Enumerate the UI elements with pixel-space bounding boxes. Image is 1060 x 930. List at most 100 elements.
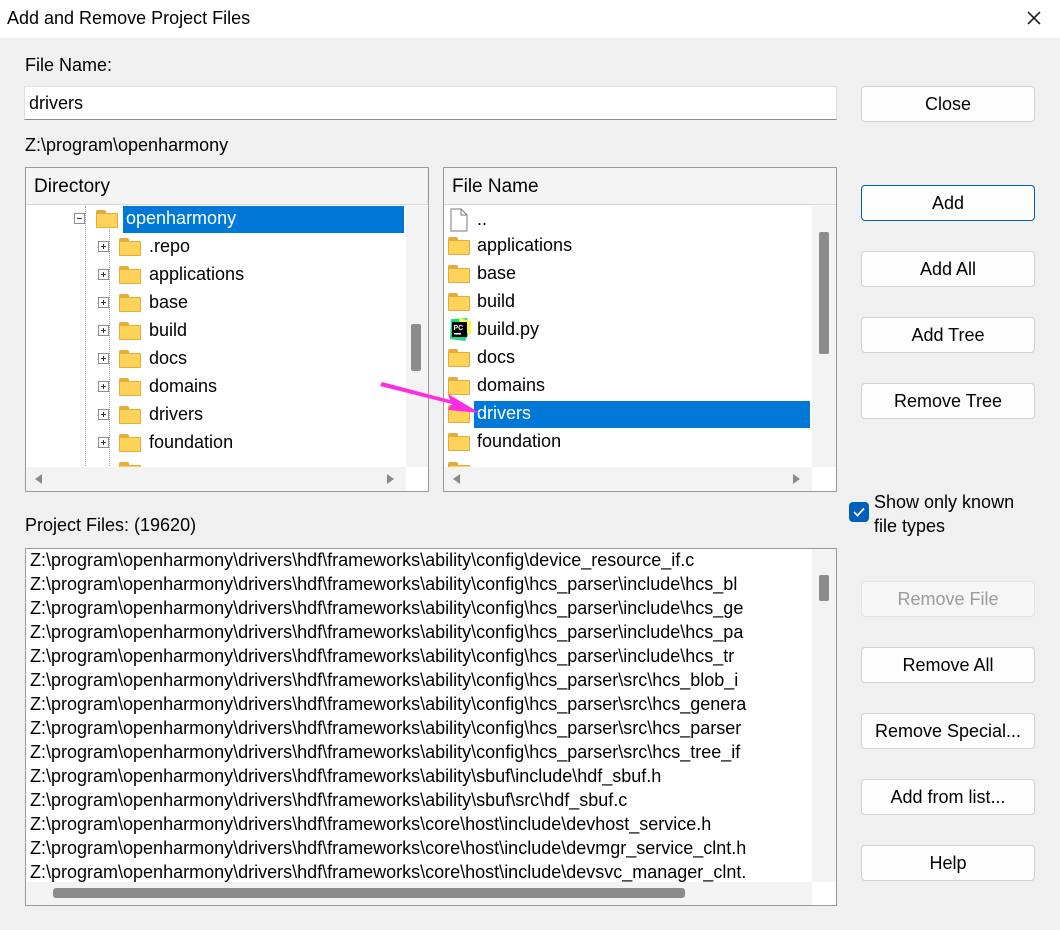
list-item[interactable]: Z:\program\openharmony\drivers\hdf\frame… [30,742,740,766]
add-button[interactable]: Add [861,185,1035,221]
tree-item-domains[interactable]: domains [26,373,406,401]
annotation-arrow-icon [380,382,480,413]
remove-special-button[interactable]: Remove Special... [861,713,1035,749]
folder-icon [119,406,141,424]
file-name-header-label: File Name [452,176,539,197]
add-from-list-button[interactable]: Add from list... [861,779,1035,815]
close-button[interactable]: Close [861,86,1035,122]
help-button[interactable]: Help [861,845,1035,881]
expand-icon[interactable] [98,269,109,280]
file-item-applications[interactable]: applications [444,232,814,260]
file-name-panel: File Name .. applications base build PC … [443,167,837,492]
show-known-label-line2: file types [874,516,946,536]
tree-item-build[interactable]: build [26,317,406,345]
file-item-label: docs [477,347,516,367]
project-files-vertical-scrollbar[interactable] [812,549,836,882]
folder-icon [448,237,470,255]
list-item[interactable]: Z:\program\openharmony\drivers\hdf\frame… [30,718,741,742]
window-title: Add and Remove Project Files [7,8,251,28]
folder-icon [448,433,470,451]
close-icon[interactable] [1018,2,1050,34]
expand-icon[interactable] [98,409,109,420]
expand-icon[interactable] [98,297,109,308]
remove-tree-button[interactable]: Remove Tree [861,383,1035,419]
file-horizontal-scrollbar[interactable] [444,467,812,491]
list-item[interactable]: Z:\program\openharmony\drivers\hdf\frame… [30,766,661,790]
add-all-button[interactable]: Add All [861,251,1035,287]
tree-item-label: docs [149,348,188,368]
folder-icon [119,434,141,452]
folder-icon [119,238,141,256]
remove-all-button[interactable]: Remove All [861,647,1035,683]
expand-icon[interactable] [98,241,109,252]
expand-icon[interactable] [98,353,109,364]
tree-item-openharmony[interactable]: openharmony [26,205,406,233]
expand-icon[interactable] [98,437,109,448]
show-known-label-line1: Show only known [874,492,1015,512]
remove-file-button[interactable]: Remove File [861,581,1035,617]
list-item[interactable]: Z:\program\openharmony\drivers\hdf\frame… [30,598,743,622]
folder-icon [119,378,141,396]
file-item-docs[interactable]: docs [444,344,814,372]
checkmark-icon [853,507,865,517]
tree-item-label: base [149,292,189,312]
tree-item-applications[interactable]: applications [26,261,406,289]
file-icon [450,208,468,232]
scroll-right-icon[interactable] [387,474,394,484]
tree-item-foundation[interactable]: foundation [26,429,406,457]
scroll-left-icon[interactable] [35,474,42,484]
file-item-drivers[interactable]: drivers [444,400,814,428]
file-name-label: File Name: [25,55,113,75]
file-item-base[interactable]: base [444,260,814,288]
folder-icon [119,350,141,368]
list-item[interactable]: Z:\program\openharmony\drivers\hdf\frame… [30,622,743,646]
current-path: Z:\program\openharmony [25,135,229,155]
file-name-header: File Name [444,168,836,205]
directory-panel: Directory openharmony .repo applications… [25,167,429,492]
add-tree-button[interactable]: Add Tree [861,317,1035,353]
scroll-right-icon[interactable] [793,474,800,484]
collapse-icon[interactable] [74,213,85,224]
tree-item-drivers[interactable]: drivers [26,401,406,429]
tree-item-base[interactable]: base [26,289,406,317]
file-vertical-scrollbar[interactable] [812,206,836,467]
directory-vertical-scrollbar[interactable] [406,206,428,467]
expand-icon[interactable] [98,381,109,392]
tree-item-label: domains [149,376,218,396]
tree-item-docs[interactable]: docs [26,345,406,373]
folder-icon [448,293,470,311]
folder-icon [119,322,141,340]
file-item-foundation[interactable]: foundation [444,428,814,456]
folder-icon [448,265,470,283]
tree-item-label: applications [149,264,245,284]
list-item[interactable]: Z:\program\openharmony\drivers\hdf\frame… [30,574,737,598]
show-known-checkbox[interactable] [849,502,869,522]
file-item-parent[interactable]: .. [444,206,814,234]
scrollbar-thumb[interactable] [411,324,421,371]
file-item-build-py[interactable]: PC build.py [444,316,814,344]
list-item[interactable]: Z:\program\openharmony\drivers\hdf\frame… [30,862,746,882]
show-known-label[interactable]: Show only known file types [874,490,1014,538]
file-name-input[interactable] [24,86,837,120]
list-item[interactable]: Z:\program\openharmony\drivers\hdf\frame… [30,670,738,694]
project-files-horizontal-scrollbar[interactable] [26,882,812,905]
tree-item-label: build [149,320,188,340]
file-item-label: foundation [477,431,562,451]
project-files-list[interactable]: Z:\program\openharmony\drivers\hdf\frame… [25,548,837,906]
list-item[interactable]: Z:\program\openharmony\drivers\hdf\frame… [30,550,694,574]
expand-icon[interactable] [98,325,109,336]
file-item-domains[interactable]: domains [444,372,814,400]
file-item-build[interactable]: build [444,288,814,316]
file-item-label: build.py [477,319,540,339]
list-item[interactable]: Z:\program\openharmony\drivers\hdf\frame… [30,790,627,814]
list-item[interactable]: Z:\program\openharmony\drivers\hdf\frame… [30,838,746,862]
tree-item-repo[interactable]: .repo [26,233,406,261]
list-item[interactable]: Z:\program\openharmony\drivers\hdf\frame… [30,814,711,838]
list-item[interactable]: Z:\program\openharmony\drivers\hdf\frame… [30,694,746,718]
directory-horizontal-scrollbar[interactable] [26,467,406,491]
scrollbar-thumb[interactable] [819,232,829,354]
scrollbar-thumb[interactable] [53,888,685,898]
list-item[interactable]: Z:\program\openharmony\drivers\hdf\frame… [30,646,734,670]
scrollbar-thumb[interactable] [819,575,829,601]
scroll-left-icon[interactable] [453,474,460,484]
